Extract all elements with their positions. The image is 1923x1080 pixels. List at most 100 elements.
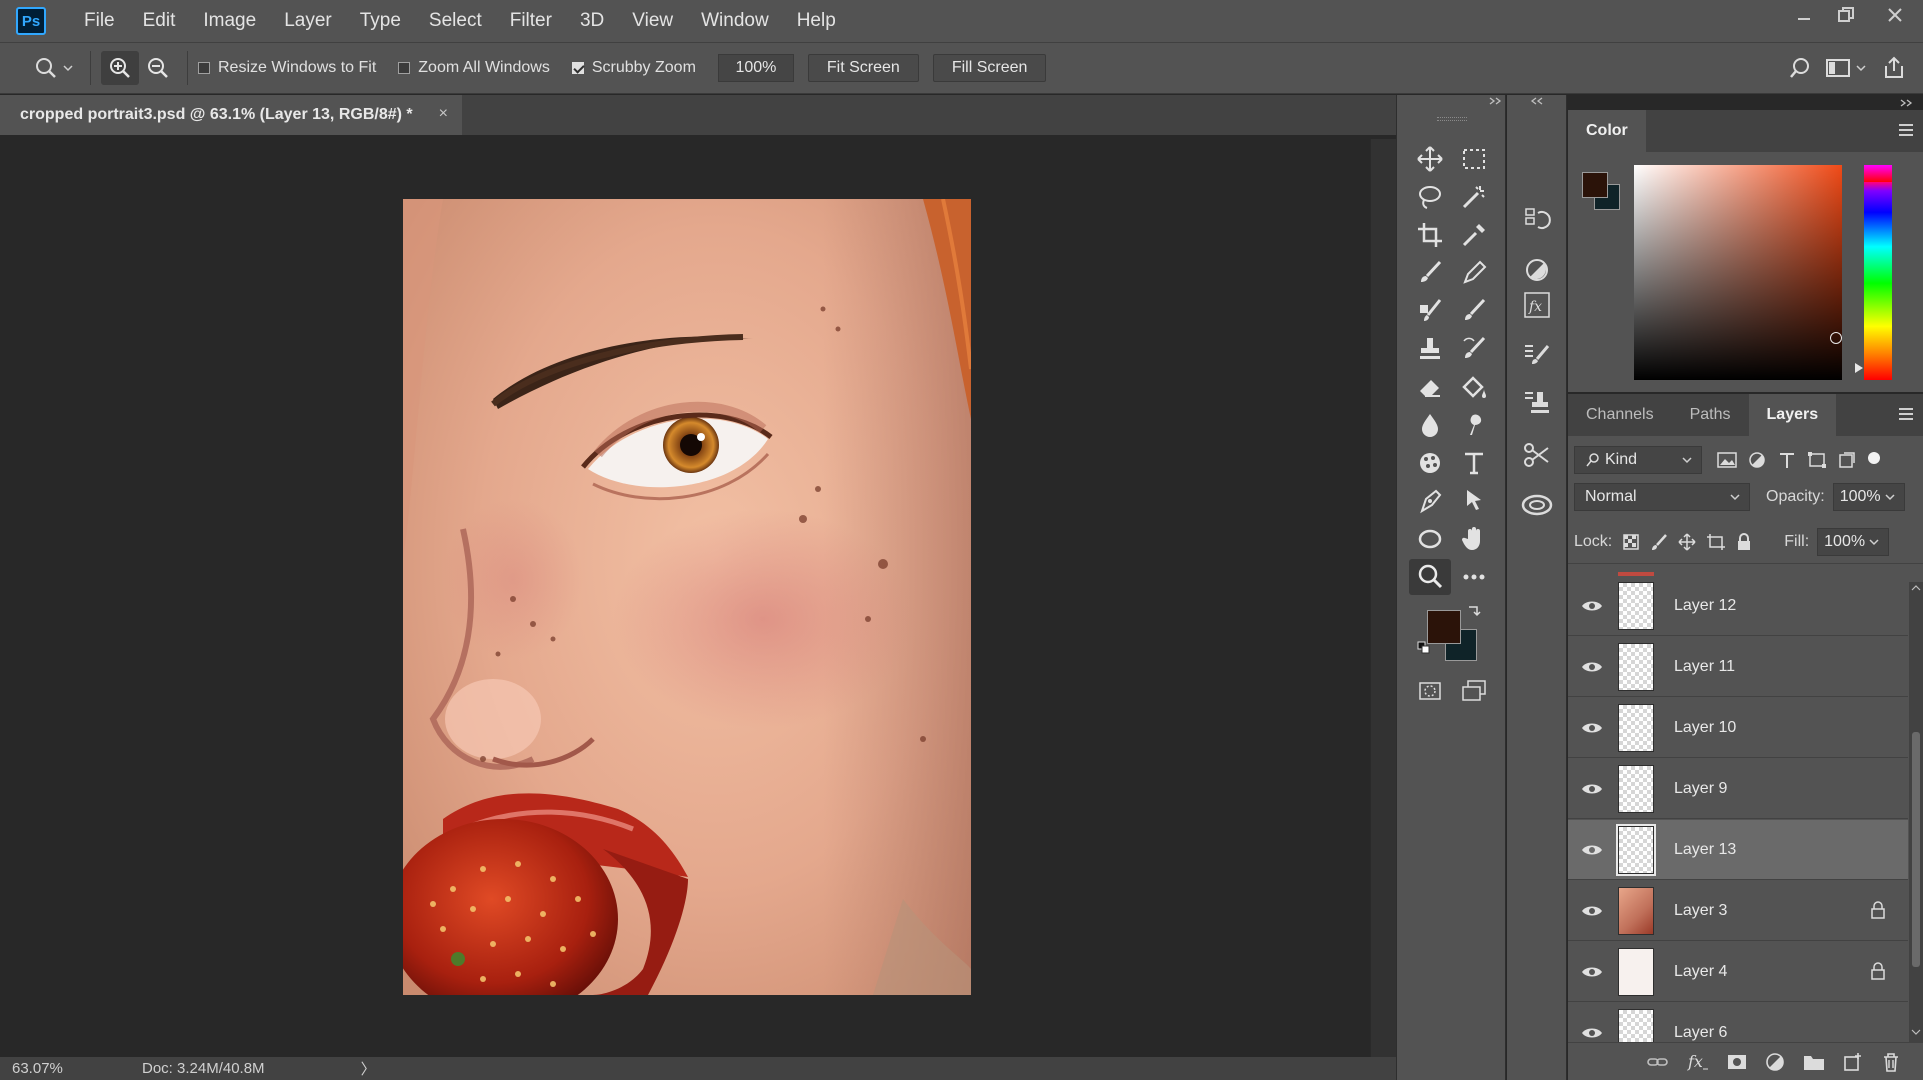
type-tool[interactable]: [1453, 445, 1495, 481]
layer-visibility-toggle[interactable]: [1568, 843, 1616, 857]
tool-presets-button[interactable]: [1517, 435, 1557, 475]
shape-filter-icon[interactable]: [1806, 450, 1828, 470]
lasso-tool[interactable]: [1409, 179, 1451, 215]
screen-mode-button[interactable]: [1453, 673, 1495, 709]
menu-window[interactable]: Window: [687, 0, 783, 42]
pixel-filter-icon[interactable]: [1716, 450, 1738, 470]
resize-windows-checkbox[interactable]: Resize Windows to Fit: [198, 59, 376, 77]
new-layer-icon[interactable]: [1843, 1052, 1863, 1072]
move-tool[interactable]: [1409, 141, 1451, 177]
artwork-canvas[interactable]: [403, 199, 971, 995]
close-document-button[interactable]: ×: [439, 105, 448, 123]
smudge-tool[interactable]: [1453, 407, 1495, 443]
layer-visibility-toggle[interactable]: [1568, 721, 1616, 735]
menu-image[interactable]: Image: [189, 0, 270, 42]
share-button[interactable]: [1875, 51, 1913, 85]
layer-visibility-toggle[interactable]: [1568, 599, 1616, 613]
foreground-color-swatch[interactable]: [1427, 610, 1461, 644]
lock-transparent-pixels-icon[interactable]: [1622, 533, 1640, 551]
lock-artboard-icon[interactable]: [1706, 533, 1726, 551]
tab-paths[interactable]: Paths: [1672, 394, 1749, 436]
lock-position-icon[interactable]: [1678, 532, 1696, 551]
new-group-icon[interactable]: [1803, 1053, 1825, 1071]
add-mask-icon[interactable]: [1727, 1053, 1747, 1071]
workspace-button[interactable]: [1819, 51, 1875, 85]
history-panel-button[interactable]: [1517, 200, 1557, 240]
fill-screen-button[interactable]: Fill Screen: [932, 54, 1047, 82]
marquee-tool[interactable]: [1453, 141, 1495, 177]
close-window-button[interactable]: [1867, 0, 1923, 30]
layer-row[interactable]: Layer 3: [1568, 881, 1908, 941]
minimize-button[interactable]: [1783, 0, 1825, 30]
layer-name[interactable]: Layer 11: [1674, 658, 1735, 676]
tool-preset-picker[interactable]: [28, 51, 80, 85]
layer-visibility-toggle[interactable]: [1568, 965, 1616, 979]
tools-grip[interactable]: [1437, 117, 1467, 121]
menu-view[interactable]: View: [618, 0, 687, 42]
brush-settings-button[interactable]: [1517, 335, 1557, 375]
fill-field[interactable]: 100%: [1817, 527, 1890, 556]
menu-layer[interactable]: Layer: [270, 0, 346, 42]
tab-channels[interactable]: Channels: [1568, 394, 1672, 436]
expand-panels-icon[interactable]: [1529, 95, 1545, 107]
layers-scrollbar[interactable]: [1909, 582, 1923, 1042]
menu-edit[interactable]: Edit: [129, 0, 190, 42]
layer-name[interactable]: Layer 6: [1674, 1024, 1727, 1042]
libraries-button[interactable]: [1517, 485, 1557, 525]
restore-button[interactable]: [1825, 0, 1867, 30]
swap-colors-icon[interactable]: [1467, 603, 1481, 617]
layer-name[interactable]: Layer 12: [1674, 597, 1736, 615]
menu-file[interactable]: File: [70, 0, 129, 42]
menu-filter[interactable]: Filter: [496, 0, 566, 42]
color-picker-cursor[interactable]: [1830, 332, 1842, 344]
collapse-right-dock-icon[interactable]: [1898, 97, 1914, 109]
color-panel-foreground[interactable]: [1582, 172, 1608, 198]
fit-screen-button[interactable]: Fit Screen: [807, 54, 919, 82]
link-layers-icon[interactable]: [1647, 1053, 1669, 1071]
blur-tool[interactable]: [1409, 407, 1451, 443]
panel-menu-icon[interactable]: [1897, 406, 1915, 422]
magic-wand-tool[interactable]: [1453, 179, 1495, 215]
zoom-all-windows-checkbox[interactable]: Zoom All Windows: [398, 59, 550, 77]
collapse-tools-icon[interactable]: [1487, 95, 1503, 107]
resize-windows-box[interactable]: [198, 62, 210, 74]
saturation-brightness-field[interactable]: [1634, 165, 1842, 380]
quick-mask-button[interactable]: [1409, 673, 1451, 709]
document-tab[interactable]: cropped portrait3.psd @ 63.1% (Layer 13,…: [0, 95, 462, 135]
clone-source-button[interactable]: [1517, 383, 1557, 423]
layer-row[interactable]: Layer 4: [1568, 942, 1908, 1002]
panel-menu-icon[interactable]: [1897, 122, 1915, 138]
filter-toggle-icon[interactable]: [1866, 450, 1882, 470]
layer-row[interactable]: Layer 11: [1568, 637, 1908, 697]
document-scrollbar[interactable]: [1370, 139, 1396, 1057]
layer-row[interactable]: Layer 6: [1568, 1003, 1908, 1042]
tab-color[interactable]: Color: [1568, 110, 1646, 152]
status-zoom[interactable]: 63.07%: [12, 1060, 142, 1077]
adjustment-filter-icon[interactable]: [1746, 450, 1768, 470]
history-brush-tool[interactable]: [1453, 331, 1495, 367]
zoom-tool[interactable]: [1409, 559, 1451, 595]
layers-scroll-thumb[interactable]: [1912, 732, 1920, 967]
layer-style-icon[interactable]: fx: [1687, 1052, 1709, 1072]
opacity-field[interactable]: 100%: [1832, 483, 1905, 511]
lock-all-icon[interactable]: [1736, 532, 1752, 551]
eyedropper-tool[interactable]: [1453, 217, 1495, 253]
blend-mode-dropdown[interactable]: Normal: [1574, 483, 1750, 511]
layer-name[interactable]: Layer 3: [1674, 902, 1727, 920]
pen-tool[interactable]: [1409, 483, 1451, 519]
paint-bucket-tool[interactable]: [1453, 369, 1495, 405]
adjustments-panel-button[interactable]: [1517, 250, 1557, 290]
layer-name[interactable]: Layer 10: [1674, 719, 1736, 737]
clone-stamp-tool[interactable]: [1409, 331, 1451, 367]
menu-type[interactable]: Type: [346, 0, 415, 42]
healing-brush-tool[interactable]: [1409, 293, 1451, 329]
layer-visibility-toggle[interactable]: [1568, 904, 1616, 918]
zoom-in-button[interactable]: [101, 51, 139, 85]
path-selection-tool[interactable]: [1453, 483, 1495, 519]
delete-layer-icon[interactable]: [1881, 1052, 1901, 1072]
layer-name[interactable]: Layer 4: [1674, 963, 1727, 981]
scrubby-zoom-checkbox[interactable]: Scrubby Zoom: [571, 59, 696, 77]
ellipse-tool[interactable]: [1409, 521, 1451, 557]
status-menu-arrow[interactable]: 〉: [361, 1058, 376, 1079]
smart-object-filter-icon[interactable]: [1836, 450, 1858, 470]
